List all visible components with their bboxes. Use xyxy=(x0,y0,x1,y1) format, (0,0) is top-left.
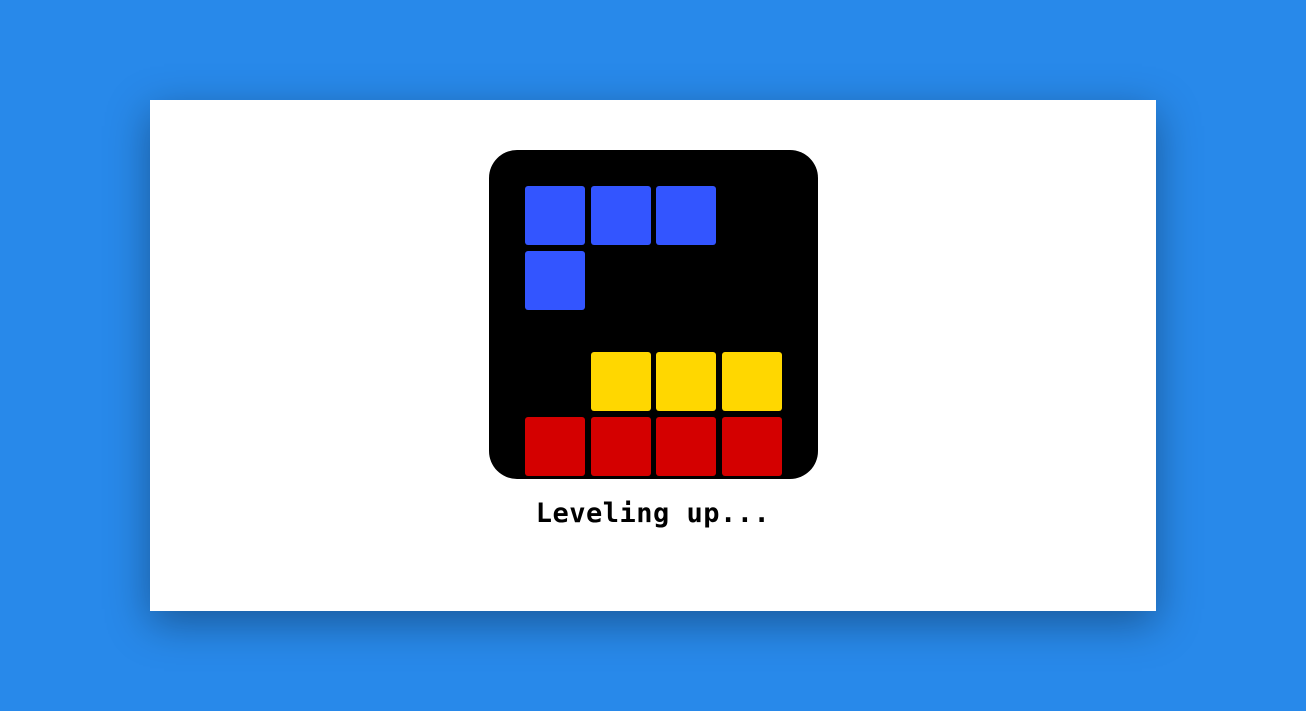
red-block xyxy=(722,417,782,476)
red-block xyxy=(656,417,716,476)
red-block xyxy=(525,417,585,476)
loading-card: Leveling up... xyxy=(150,100,1156,611)
blue-block xyxy=(656,186,716,245)
red-block xyxy=(591,417,651,476)
tetris-board xyxy=(489,150,818,479)
yellow-block xyxy=(591,352,651,411)
blue-block xyxy=(591,186,651,245)
yellow-block xyxy=(656,352,716,411)
loading-status-text: Leveling up... xyxy=(535,498,771,529)
yellow-block xyxy=(722,352,782,411)
blue-block xyxy=(525,251,585,310)
blue-block xyxy=(525,186,585,245)
